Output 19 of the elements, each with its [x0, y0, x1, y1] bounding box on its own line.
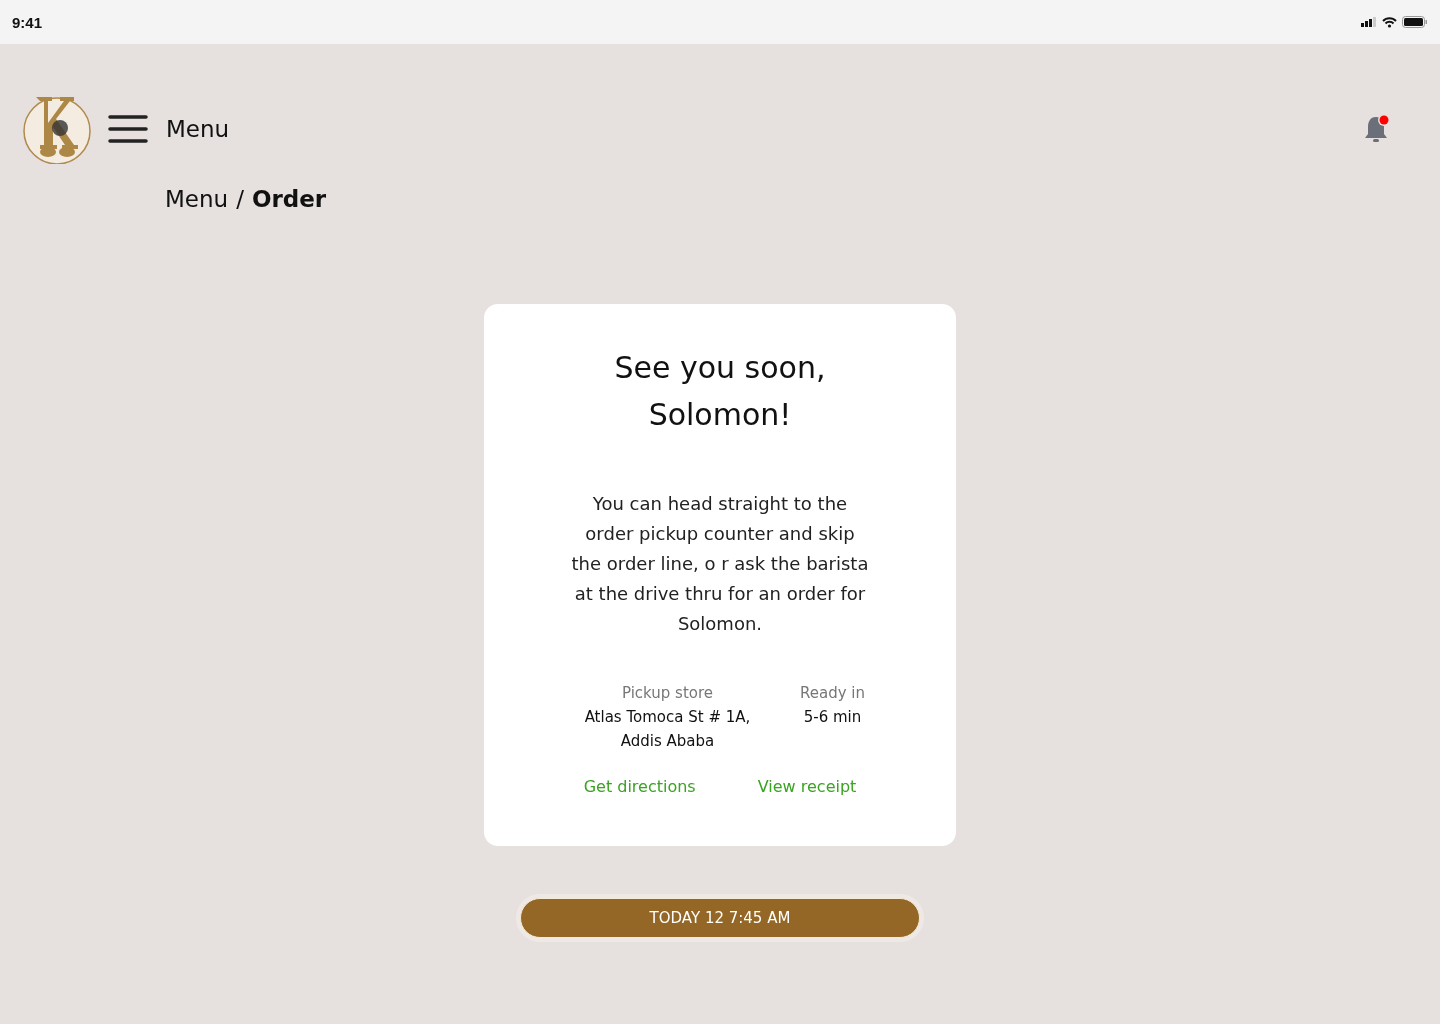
menu-icon: [108, 115, 148, 143]
card-title: See you soon, Solomon!: [613, 349, 827, 434]
detail-label: Ready in: [800, 683, 865, 704]
card-link[interactable]: View receipt: [757, 777, 857, 796]
signal-icon: [1361, 17, 1377, 27]
status-time: 9:41: [12, 13, 43, 31]
breadcrumb-separator: /: [236, 186, 244, 212]
card-link[interactable]: Get directions: [583, 777, 696, 796]
card-message: You can head straight to the order pickup counter and skip the order line, o r ask the barista at the drive thru for an order for Solomon.: [570, 492, 870, 636]
notification-bell-icon[interactable]: [1362, 113, 1392, 145]
detail-label: Pickup store: [621, 683, 714, 704]
detail-value: 5-6 min: [803, 707, 862, 728]
logo-icon: [22, 94, 92, 164]
breadcrumb-link[interactable]: Menu: [165, 186, 229, 212]
wifi-icon: [1382, 16, 1397, 28]
detail-value: Atlas Tomoca St # 1A, Addis Ababa: [583, 707, 752, 752]
breadcrumb-current: Order: [251, 186, 327, 212]
menu-button[interactable]: Menu: [108, 115, 230, 143]
battery-icon: [1402, 16, 1428, 28]
